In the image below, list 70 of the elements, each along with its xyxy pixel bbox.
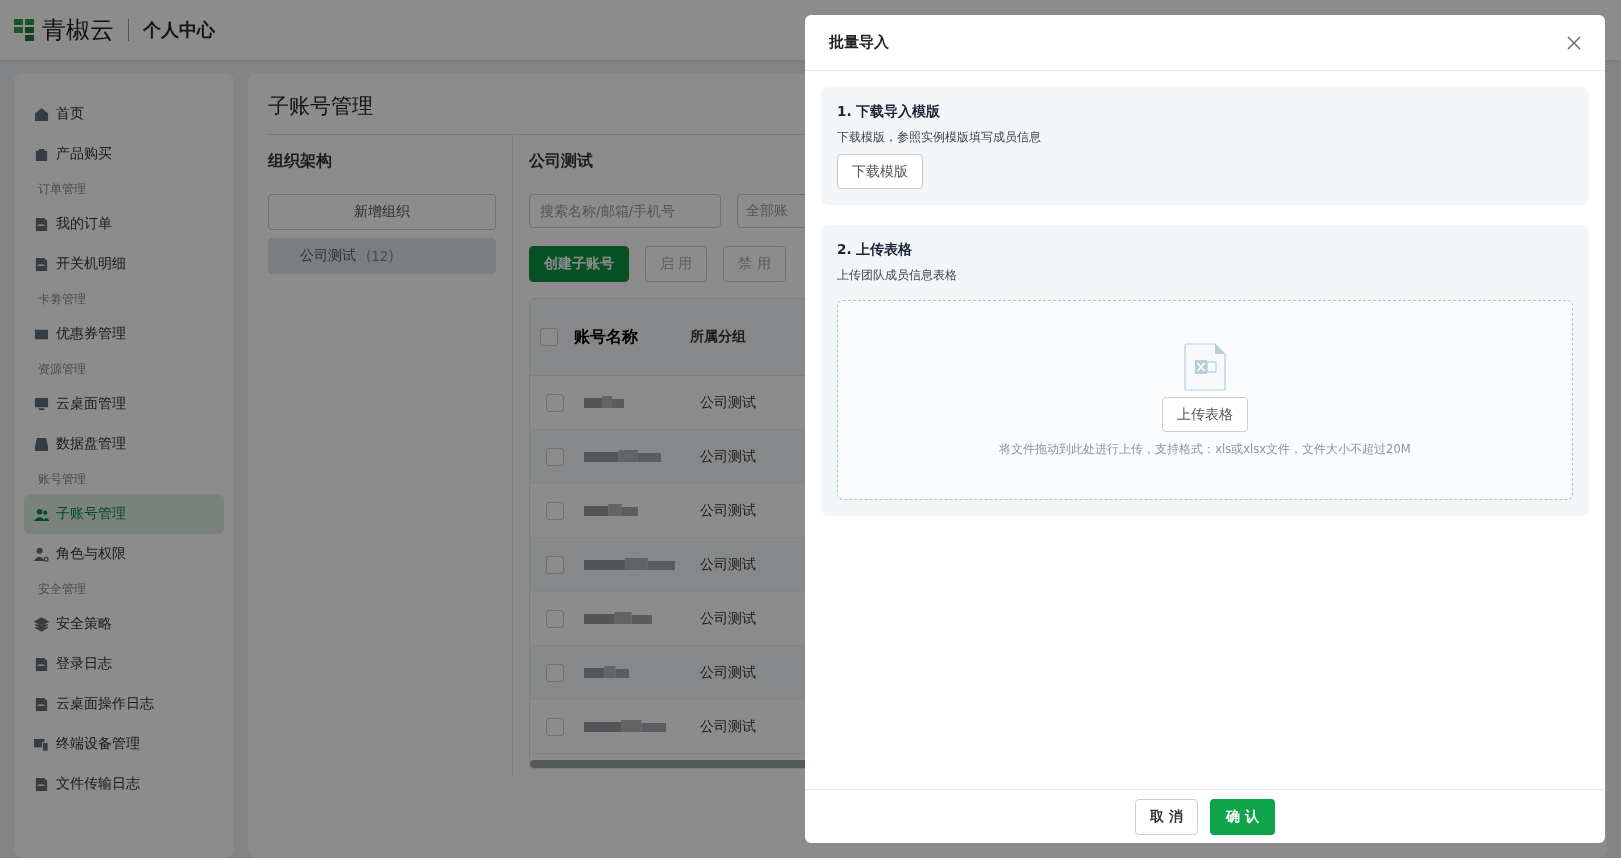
sidebar-item[interactable]: 我的订单 — [24, 204, 224, 244]
step-title: 2. 上传表格 — [837, 241, 914, 259]
spreadsheet-file-icon — [1184, 343, 1226, 391]
checkbox[interactable] — [546, 717, 564, 736]
bag-icon — [34, 146, 49, 162]
sidebar-item[interactable]: 开关机明细 — [24, 244, 224, 284]
layers-icon — [34, 616, 49, 632]
checkbox[interactable] — [546, 609, 564, 628]
section-heading: 组织架构 — [268, 151, 333, 172]
add-organization-button[interactable]: 新增组织 — [268, 194, 496, 230]
column-header: 账号名称 — [574, 326, 639, 348]
dialog-title: 批量导入 — [829, 33, 889, 52]
checkbox[interactable] — [540, 328, 558, 346]
sidebar-item[interactable]: 云桌面管理 — [24, 384, 224, 424]
document-icon — [34, 656, 49, 672]
devices-icon — [34, 736, 49, 752]
close-icon[interactable] — [1567, 35, 1581, 50]
group-name: 公司测试 — [300, 247, 356, 265]
confirm-button[interactable]: 确 认 — [1210, 798, 1275, 835]
users-icon — [34, 506, 49, 522]
checkbox[interactable] — [546, 555, 564, 574]
blurred-name — [584, 503, 638, 518]
monitor-icon — [34, 396, 49, 412]
cancel-button[interactable]: 取 消 — [1135, 798, 1198, 835]
sidebar-item[interactable]: 角色与权限 — [24, 534, 224, 574]
table-cell: 公司测试 — [700, 393, 756, 412]
home-icon — [34, 106, 49, 122]
table-cell: 公司测试 — [700, 717, 756, 736]
section-title: 个人中心 — [143, 18, 215, 42]
checkbox[interactable] — [546, 393, 564, 412]
sidebar-section-label: 账号管理 — [37, 470, 87, 488]
sidebar-section-label: 资源管理 — [37, 360, 87, 378]
checkbox[interactable] — [546, 663, 564, 682]
sidebar-item[interactable]: 产品购买 — [24, 134, 224, 174]
table-cell: 公司测试 — [700, 555, 756, 574]
sidebar-item[interactable]: 终端设备管理 — [24, 724, 224, 764]
download-template-button[interactable]: 下载模版 — [837, 154, 923, 189]
blurred-name — [584, 395, 624, 410]
step-title: 1. 下载导入模版 — [837, 103, 942, 121]
table-cell: 公司测试 — [700, 663, 756, 682]
note-icon — [34, 776, 49, 792]
column-header: 所属分组 — [690, 328, 746, 346]
upload-hint: 将文件拖动到此处进行上传，支持格式：xls或xlsx文件，文件大小不超过20M — [999, 442, 1411, 457]
upload-dropzone[interactable]: 上传表格 将文件拖动到此处进行上传，支持格式：xls或xlsx文件，文件大小不超过20M — [837, 300, 1573, 500]
sidebar-item[interactable]: 云桌面操作日志 — [24, 684, 224, 724]
sidebar-item[interactable]: 文件传输日志 — [24, 764, 224, 804]
sidebar-item[interactable]: 子账号管理 — [24, 494, 224, 534]
sidebar-item[interactable]: 数据盘管理 — [24, 424, 224, 464]
blurred-name — [584, 611, 652, 626]
table-cell: 公司测试 — [700, 609, 756, 628]
checkbox[interactable] — [546, 447, 564, 466]
blurred-name — [584, 665, 629, 680]
group-heading: 公司测试 — [529, 151, 593, 172]
sidebar-item[interactable]: 登录日志 — [24, 644, 224, 684]
logo-icon — [14, 19, 34, 41]
sidebar-item[interactable]: 首页 — [24, 94, 224, 134]
sidebar-section-label: 订单管理 — [37, 180, 87, 198]
brand-name: 青椒云 — [42, 15, 114, 46]
user-gear-icon — [34, 546, 49, 562]
create-button[interactable]: 创建子账号 — [529, 246, 629, 282]
upload-button[interactable]: 上传表格 — [1162, 397, 1248, 432]
step-description: 上传团队成员信息表格 — [837, 267, 958, 284]
sidebar-section-label: 卡劵管理 — [37, 290, 87, 308]
sidebar-item[interactable]: 安全策略 — [24, 604, 224, 644]
sidebar-item[interactable]: 优惠券管理 — [24, 314, 224, 354]
sidebar-section-label: 安全管理 — [37, 580, 87, 598]
drive-icon — [34, 436, 49, 452]
table-cell: 公司测试 — [700, 501, 756, 520]
checkbox[interactable] — [546, 501, 564, 520]
table-cell: 公司测试 — [700, 447, 756, 466]
